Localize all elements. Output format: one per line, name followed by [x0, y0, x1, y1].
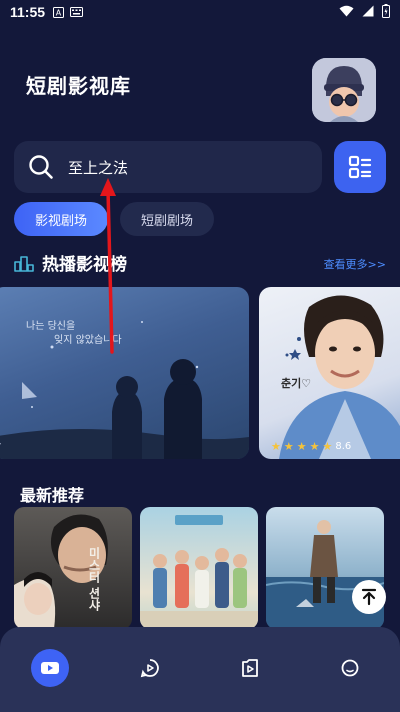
play-circle-icon [140, 659, 159, 678]
nav-item-mine[interactable] [331, 649, 369, 687]
search-input[interactable] [68, 158, 288, 176]
video-camera-icon [41, 662, 59, 674]
ranking-icon [14, 255, 34, 272]
hot-section-title: 热播影视榜 [42, 255, 127, 275]
tab-movies-theater[interactable]: 影视剧场 [14, 202, 108, 236]
signal-icon [362, 5, 374, 17]
status-bar: 11:55 A [0, 0, 400, 24]
video-file-icon [242, 659, 258, 677]
avatar[interactable] [312, 58, 376, 122]
see-more-link[interactable]: 查看更多>> [324, 256, 386, 272]
recommend-poster[interactable]: 미스터 션샤 [14, 507, 132, 629]
hot-card[interactable]: 나는 당신을 잊지 않았습니다 .7 [0, 287, 249, 459]
status-time: 11:55 [10, 4, 46, 20]
keyboard-icon [70, 7, 84, 17]
hot-card-caption: 춘기♡ [281, 377, 312, 390]
hot-card-score: .7 [0, 442, 2, 453]
hot-section-header: 热播影视榜 [14, 250, 127, 275]
star-icon: ★ [296, 440, 307, 453]
list-grid-icon [348, 155, 372, 179]
svg-text:A: A [56, 8, 62, 17]
avatar-image [312, 58, 376, 122]
bottom-nav [0, 627, 400, 712]
recommend-poster[interactable] [140, 507, 258, 629]
search-box[interactable] [14, 141, 322, 193]
back-to-top-button[interactable] [352, 580, 386, 614]
star-icon: ★ [271, 440, 281, 453]
star-icon: ★ [309, 440, 320, 453]
hot-card-overlay-text: 나는 당신을 [26, 321, 76, 332]
status-notification-icons: A [53, 6, 84, 18]
arrow-up-to-top-icon [361, 588, 377, 606]
rating-stars: ★ ★ ★ ★ ★ 8.6 [271, 440, 351, 453]
battery-icon [382, 4, 390, 18]
nav-item-short-video[interactable] [231, 649, 269, 687]
hot-card[interactable]: 춘기♡ ★ ★ ★ ★ ★ 8.6 [259, 287, 400, 459]
star-icon: ★ [283, 440, 294, 453]
star-icon: ★ [322, 440, 333, 453]
hot-card-art [279, 295, 400, 459]
rating-score: 8.6 [335, 441, 352, 452]
status-system-icons [339, 4, 390, 18]
font-icon: A [53, 6, 65, 18]
page-title: 短剧影视库 [26, 74, 131, 98]
nav-item-play[interactable] [131, 649, 169, 687]
nav-item-video[interactable] [31, 649, 69, 687]
recommend-section-title: 最新推荐 [20, 486, 85, 505]
wifi-icon [339, 5, 354, 17]
poster-caption: 미스터 션샤 [87, 547, 101, 612]
search-icon [29, 155, 53, 179]
hot-card-overlay-text: 잊지 않았습니다 [54, 335, 122, 346]
poster-art [14, 514, 108, 629]
tab-short-drama-theater[interactable]: 短剧剧场 [120, 202, 214, 236]
mine-icon [341, 659, 359, 677]
category-list-button[interactable] [334, 141, 386, 193]
hot-card-art [0, 321, 249, 459]
poster-art [140, 515, 258, 629]
